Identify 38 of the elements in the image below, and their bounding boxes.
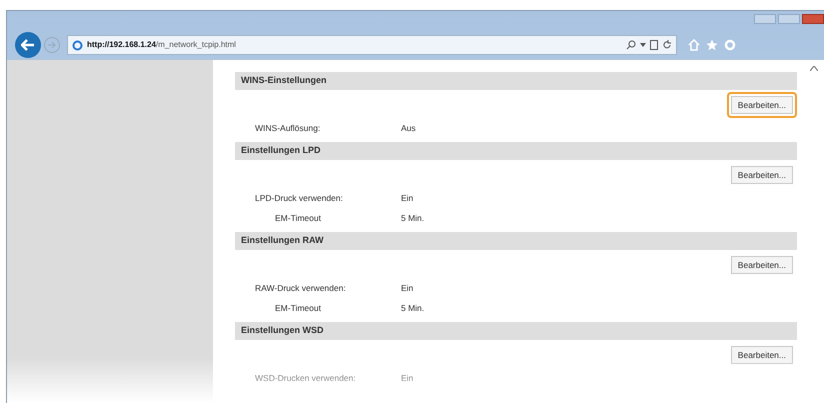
- settings-icon[interactable]: [724, 39, 736, 51]
- edit-button[interactable]: Bearbeiten...: [726, 92, 797, 118]
- edit-button[interactable]: Bearbeiten...: [726, 342, 797, 368]
- setting-value: Ein: [401, 282, 414, 294]
- setting-label: EM-Timeout: [274, 302, 322, 314]
- url-text: http://192.168.1.24/m_network_tcpip.html: [87, 39, 236, 51]
- star-icon[interactable]: [706, 39, 718, 51]
- refresh-icon[interactable]: [662, 40, 672, 50]
- home-icon[interactable]: [688, 39, 700, 51]
- setting-label: EM-Timeout: [274, 212, 322, 224]
- setting-label: LPD-Druck verwenden:: [254, 192, 344, 204]
- setting-value: 5 Min.: [401, 212, 424, 224]
- scroll-up-icon[interactable]: [810, 66, 818, 71]
- page-icon[interactable]: [650, 40, 658, 50]
- setting-label: WSD-Drucken verwenden:: [254, 372, 357, 384]
- setting-value: Aus: [401, 122, 416, 134]
- section-header: WINS-Einstellungen: [235, 72, 797, 90]
- setting-value: Ein: [401, 372, 414, 384]
- section-header: Einstellungen LPD: [235, 142, 797, 160]
- search-icon[interactable]: [626, 40, 636, 50]
- address-field[interactable]: http://192.168.1.24/m_network_tcpip.html: [67, 35, 677, 55]
- close-button[interactable]: [802, 14, 824, 24]
- setting-value: Ein: [401, 192, 414, 204]
- forward-button[interactable]: [44, 37, 60, 53]
- right-arrow-icon: [48, 42, 56, 48]
- back-button[interactable]: [15, 32, 41, 58]
- setting-label: RAW-Druck verwenden:: [254, 282, 347, 294]
- browser-icon: [72, 40, 83, 50]
- dropdown-icon[interactable]: [640, 43, 646, 47]
- section-header: Einstellungen RAW: [235, 232, 797, 250]
- maximize-button[interactable]: [778, 14, 800, 24]
- edit-button[interactable]: Bearbeiten...: [726, 252, 797, 278]
- setting-label: WINS-Auflösung:: [254, 122, 322, 134]
- left-arrow-icon: [21, 39, 35, 51]
- edit-button[interactable]: Bearbeiten...: [726, 162, 797, 188]
- setting-value: 5 Min.: [401, 302, 424, 314]
- minimize-button[interactable]: [754, 14, 776, 24]
- section-header: Einstellungen WSD: [235, 322, 797, 340]
